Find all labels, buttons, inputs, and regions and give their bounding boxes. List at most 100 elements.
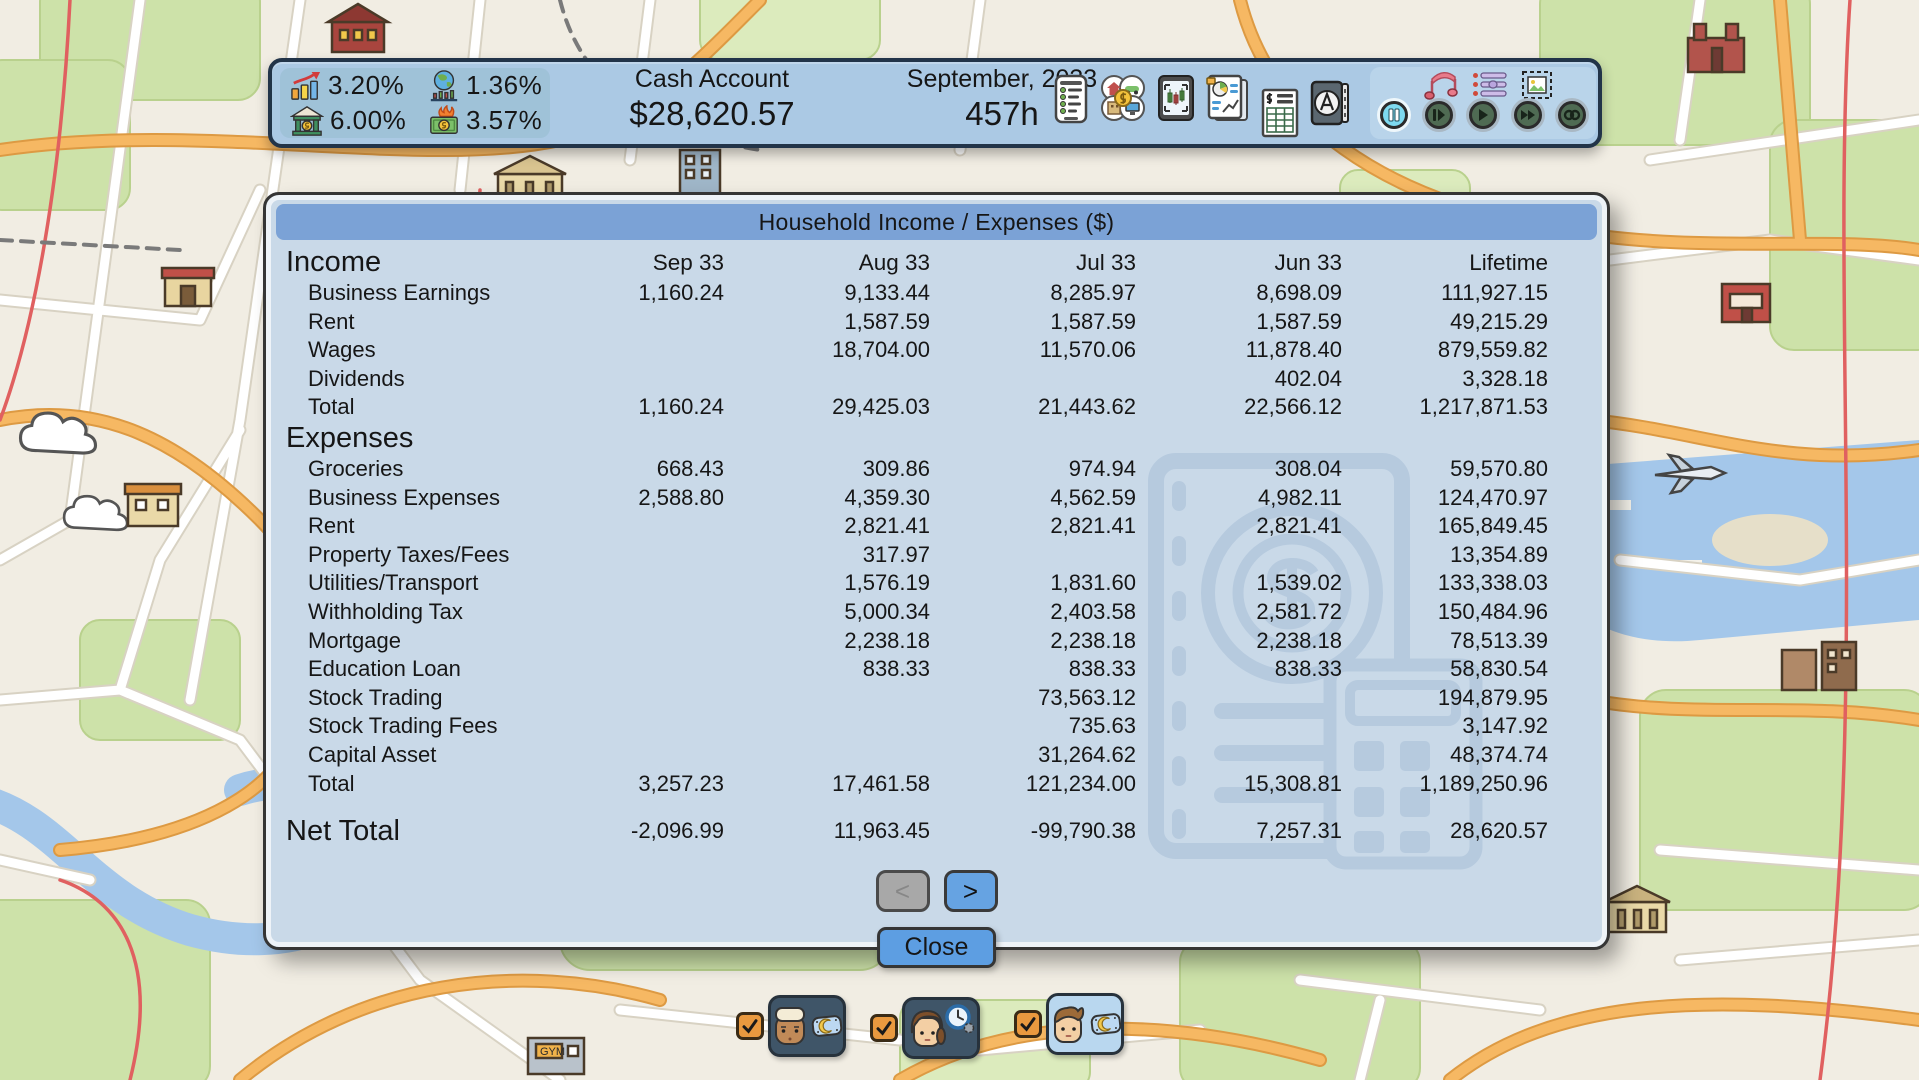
cell-lifetime: 165,849.45: [1342, 512, 1548, 541]
net-total-row: Net Total -2,096.99 11,963.45 -99,790.38…: [286, 814, 1607, 848]
media-icons: [1422, 70, 1554, 100]
phone-checklist-icon[interactable]: [1052, 74, 1090, 124]
table-row: Capital Asset 31,264.62 48,374.74: [286, 741, 1607, 770]
cell-sep: [518, 541, 724, 570]
fast-forward-button[interactable]: [1514, 101, 1542, 129]
character-1-card[interactable]: [768, 995, 846, 1057]
cell-aug: 5,000.34: [724, 598, 930, 627]
net-cell-aug: 11,963.45: [724, 814, 930, 848]
cell-sep: [518, 741, 724, 770]
cell-sep: 1,160.24: [518, 279, 724, 308]
world-economy-icon: [428, 70, 460, 102]
row-label: Mortgage: [286, 627, 518, 656]
cell-jun: 4,982.11: [1136, 484, 1342, 513]
table-row: Stock Trading 73,563.12 194,879.95: [286, 684, 1607, 713]
character-3-card[interactable]: [1046, 993, 1124, 1055]
cell-aug: 2,821.41: [724, 512, 930, 541]
playlist-icon[interactable]: [1472, 71, 1508, 99]
net-cell-sep: -2,096.99: [518, 814, 724, 848]
cell-aug: [724, 741, 930, 770]
cell-sep: 2,588.80: [518, 484, 724, 513]
row-label: Capital Asset: [286, 741, 518, 770]
elder-man-portrait: [771, 1004, 809, 1048]
report-icon[interactable]: [1205, 74, 1251, 124]
media-buttons: [1380, 101, 1586, 129]
row-label: Education Loan: [286, 655, 518, 684]
row-label: Stock Trading: [286, 684, 518, 713]
infinite-speed-button[interactable]: [1558, 101, 1586, 129]
income-expenses-table: Income Sep 33 Aug 33 Jul 33 Jun 33 Lifet…: [266, 242, 1607, 848]
cell-aug: 9,133.44: [724, 279, 930, 308]
cell-aug: 838.33: [724, 655, 930, 684]
cell-jul: 2,238.18: [930, 627, 1136, 656]
stock-tablet-icon[interactable]: [1156, 74, 1196, 122]
expenses-section-header: Expenses: [286, 422, 518, 455]
directory-icon[interactable]: [1309, 80, 1351, 126]
cell-lifetime: 58,830.54: [1342, 655, 1548, 684]
column-header: Aug 33: [724, 246, 930, 279]
character-2-checkbox[interactable]: [870, 1014, 898, 1042]
cell-sep: [518, 655, 724, 684]
assets-icon[interactable]: [1099, 74, 1147, 122]
cell-lifetime: 78,513.39: [1342, 627, 1548, 656]
cell-jul: 11,570.06: [930, 336, 1136, 365]
cell-jul: 8,285.97: [930, 279, 1136, 308]
pagination: < >: [266, 870, 1607, 912]
cell-lifetime: 1,217,871.53: [1342, 393, 1548, 422]
bank-interest-value: 6.00%: [330, 105, 406, 136]
character-3-checkbox[interactable]: [1014, 1010, 1042, 1038]
cell-sep: [518, 627, 724, 656]
cell-sep: [518, 365, 724, 394]
invoice-icon[interactable]: [1260, 88, 1300, 138]
table-row: Wages 18,704.00 11,570.06 11,878.40 879,…: [286, 336, 1607, 365]
cell-lifetime: 3,147.92: [1342, 712, 1548, 741]
table-row: Education Loan 838.33 838.33 838.33 58,8…: [286, 655, 1607, 684]
stock-market-stat: 3.20%: [280, 70, 418, 101]
character-group-3: [1014, 993, 1124, 1055]
cell-sep: [518, 684, 724, 713]
close-button[interactable]: Close: [877, 927, 997, 968]
table-row: Total 1,160.24 29,425.03 21,443.62 22,56…: [286, 393, 1607, 422]
cell-jun: [1136, 684, 1342, 713]
play-button[interactable]: [1469, 101, 1497, 129]
cell-jun: 8,698.09: [1136, 279, 1342, 308]
income-section-header: Income: [286, 246, 518, 279]
character-2-card[interactable]: [902, 997, 980, 1059]
inflation-value: 3.57%: [466, 105, 542, 136]
cell-jun: 15,308.81: [1136, 770, 1342, 799]
next-page-button[interactable]: >: [944, 870, 998, 912]
cell-sep: [518, 336, 724, 365]
cell-lifetime: 59,570.80: [1342, 455, 1548, 484]
stock-market-value: 3.20%: [328, 70, 404, 101]
sleeping-pillow-icon: [1090, 1011, 1122, 1037]
cash-account-value: $28,620.57: [572, 94, 852, 134]
table-row: Mortgage 2,238.18 2,238.18 2,238.18 78,5…: [286, 627, 1607, 656]
table-row: Dividends 402.04 3,328.18: [286, 365, 1607, 394]
cell-lifetime: 3,328.18: [1342, 365, 1548, 394]
cell-aug: [724, 684, 930, 713]
cell-sep: 1,160.24: [518, 393, 724, 422]
previous-page-button[interactable]: <: [876, 870, 930, 912]
character-group-1: [736, 995, 846, 1057]
row-label: Groceries: [286, 455, 518, 484]
table-row: Property Taxes/Fees 317.97 13,354.89: [286, 541, 1607, 570]
net-cell-lifetime: 28,620.57: [1342, 814, 1548, 848]
cash-account-block: Cash Account $28,620.57: [572, 64, 852, 142]
pause-button[interactable]: [1380, 101, 1408, 129]
row-label: Wages: [286, 336, 518, 365]
character-1-checkbox[interactable]: [736, 1012, 764, 1040]
cell-aug: [724, 712, 930, 741]
cell-sep: [518, 712, 724, 741]
step-button[interactable]: [1425, 101, 1453, 129]
net-cell-jul: -99,790.38: [930, 814, 1136, 848]
screenshot-icon[interactable]: [1520, 69, 1554, 101]
row-label: Withholding Tax: [286, 598, 518, 627]
cell-jul: 735.63: [930, 712, 1136, 741]
table-row: Withholding Tax 5,000.34 2,403.58 2,581.…: [286, 598, 1607, 627]
music-notes-icon[interactable]: [1422, 69, 1460, 101]
woman-portrait: [907, 1006, 947, 1050]
cell-aug: 309.86: [724, 455, 930, 484]
cell-sep: [518, 569, 724, 598]
column-header: Sep 33: [518, 246, 724, 279]
row-label: Rent: [286, 512, 518, 541]
